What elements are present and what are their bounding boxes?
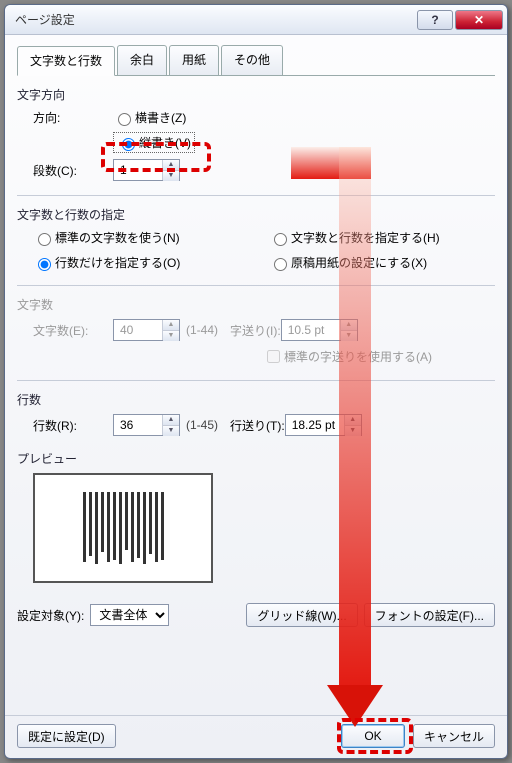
radio-vertical-label: 縦書き(V) — [139, 134, 191, 151]
tab-chars-lines[interactable]: 文字数と行数 — [17, 46, 115, 76]
tab-paper[interactable]: 用紙 — [169, 45, 219, 75]
section-title-lines: 行数 — [17, 391, 495, 408]
char-count-range: (1-44) — [186, 323, 218, 337]
section-title-preview: プレビュー — [17, 450, 495, 467]
columns-label: 段数(C): — [33, 162, 113, 179]
section-title-chars: 文字数 — [17, 296, 495, 313]
spin-down-icon[interactable]: ▼ — [345, 426, 361, 436]
section-chars: 文字数 文字数(E): ▲▼ (1-44) 字送り(I): ▲▼ — [17, 296, 495, 366]
apply-to-label: 設定対象(Y): — [17, 607, 84, 624]
line-count-spinner[interactable]: ▲▼ — [113, 414, 180, 436]
line-pitch-spinner[interactable]: ▲▼ — [285, 414, 362, 436]
font-settings-button[interactable]: フォントの設定(F)... — [364, 603, 495, 627]
apply-to-combo[interactable]: 文書全体 — [90, 604, 169, 626]
direction-label: 方向: — [33, 109, 113, 126]
dialog-content: 文字数と行数 余白 用紙 その他 文字方向 方向: 横書き(Z) — [5, 35, 507, 715]
radio-lines-only-label: 行数だけを指定する(O) — [55, 254, 180, 271]
section-lines: 行数 行数(R): ▲▼ (1-45) 行送り(T): ▲▼ — [17, 391, 495, 436]
spin-down-icon: ▼ — [163, 331, 179, 341]
columns-input[interactable] — [114, 160, 162, 180]
char-count-label: 文字数(E): — [33, 322, 113, 339]
line-count-input[interactable] — [114, 415, 162, 435]
line-count-range: (1-45) — [186, 418, 218, 432]
help-button[interactable]: ? — [417, 10, 453, 30]
char-count-input — [114, 320, 162, 340]
spin-up-icon: ▲ — [341, 320, 357, 331]
radio-both-label: 文字数と行数を指定する(H) — [291, 229, 440, 246]
set-default-button[interactable]: 既定に設定(D) — [17, 724, 116, 748]
apply-row: 設定対象(Y): 文書全体 グリッド線(W)... フォントの設定(F)... — [17, 603, 495, 627]
radio-lines-only-input[interactable] — [38, 258, 51, 271]
spin-up-icon: ▲ — [163, 320, 179, 331]
close-button[interactable]: ✕ — [455, 10, 503, 30]
window-title: ページ設定 — [15, 11, 415, 28]
radio-horizontal-input[interactable] — [118, 113, 131, 126]
spin-up-icon[interactable]: ▲ — [345, 415, 361, 426]
section-title-charlines: 文字数と行数の指定 — [17, 206, 495, 223]
page-setup-dialog: ページ設定 ? ✕ 文字数と行数 余白 用紙 その他 文字方向 方向: 横書き(… — [4, 4, 508, 759]
char-pitch-input — [282, 320, 340, 340]
radio-horizontal[interactable]: 横書き(Z) — [113, 109, 186, 126]
columns-spinner[interactable]: ▲▼ — [113, 159, 180, 181]
spin-down-icon[interactable]: ▼ — [163, 171, 179, 181]
radio-vertical[interactable]: 縦書き(V) — [113, 132, 195, 153]
ok-button[interactable]: OK — [341, 724, 405, 748]
radio-manuscript[interactable]: 原稿用紙の設定にする(X) — [269, 254, 481, 271]
spin-down-icon[interactable]: ▼ — [163, 426, 179, 436]
section-direction: 文字方向 方向: 横書き(Z) 縦書き(V) — [17, 86, 495, 181]
preview-vertical-lines-icon — [83, 492, 164, 564]
preview-box — [33, 473, 213, 583]
titlebar: ページ設定 ? ✕ — [5, 5, 507, 35]
char-pitch-spinner: ▲▼ — [281, 319, 358, 341]
section-preview: プレビュー — [17, 450, 495, 583]
section-charlines: 文字数と行数の指定 標準の文字数を使う(N) 文字数と行数を指定する(H) 行数… — [17, 206, 495, 271]
check-std-pitch: 標準の字送りを使用する(A) — [263, 347, 432, 366]
button-bar: 既定に設定(D) OK キャンセル — [5, 715, 507, 758]
cancel-button[interactable]: キャンセル — [413, 724, 495, 748]
char-count-spinner: ▲▼ — [113, 319, 180, 341]
radio-horizontal-label: 横書き(Z) — [135, 109, 186, 126]
radio-manuscript-label: 原稿用紙の設定にする(X) — [291, 254, 427, 271]
radio-lines-only[interactable]: 行数だけを指定する(O) — [33, 254, 245, 271]
radio-std-chars-input[interactable] — [38, 233, 51, 246]
section-title-direction: 文字方向 — [17, 86, 495, 103]
tab-other[interactable]: その他 — [221, 45, 283, 75]
radio-std-chars-label: 標準の文字数を使う(N) — [55, 229, 180, 246]
radio-vertical-input[interactable] — [122, 138, 135, 151]
line-pitch-label: 行送り(T): — [230, 417, 285, 434]
check-std-pitch-input — [267, 350, 280, 363]
gridlines-button[interactable]: グリッド線(W)... — [246, 603, 357, 627]
spin-down-icon: ▼ — [341, 331, 357, 341]
spin-up-icon[interactable]: ▲ — [163, 415, 179, 426]
line-count-label: 行数(R): — [33, 417, 113, 434]
tab-margins[interactable]: 余白 — [117, 45, 167, 75]
char-pitch-label: 字送り(I): — [230, 322, 281, 339]
tabstrip: 文字数と行数 余白 用紙 その他 — [17, 45, 495, 76]
spin-up-icon[interactable]: ▲ — [163, 160, 179, 171]
check-std-pitch-label: 標準の字送りを使用する(A) — [284, 348, 432, 365]
radio-std-chars[interactable]: 標準の文字数を使う(N) — [33, 229, 245, 246]
radio-manuscript-input[interactable] — [274, 258, 287, 271]
radio-both-input[interactable] — [274, 233, 287, 246]
radio-both[interactable]: 文字数と行数を指定する(H) — [269, 229, 481, 246]
line-pitch-input[interactable] — [286, 415, 344, 435]
